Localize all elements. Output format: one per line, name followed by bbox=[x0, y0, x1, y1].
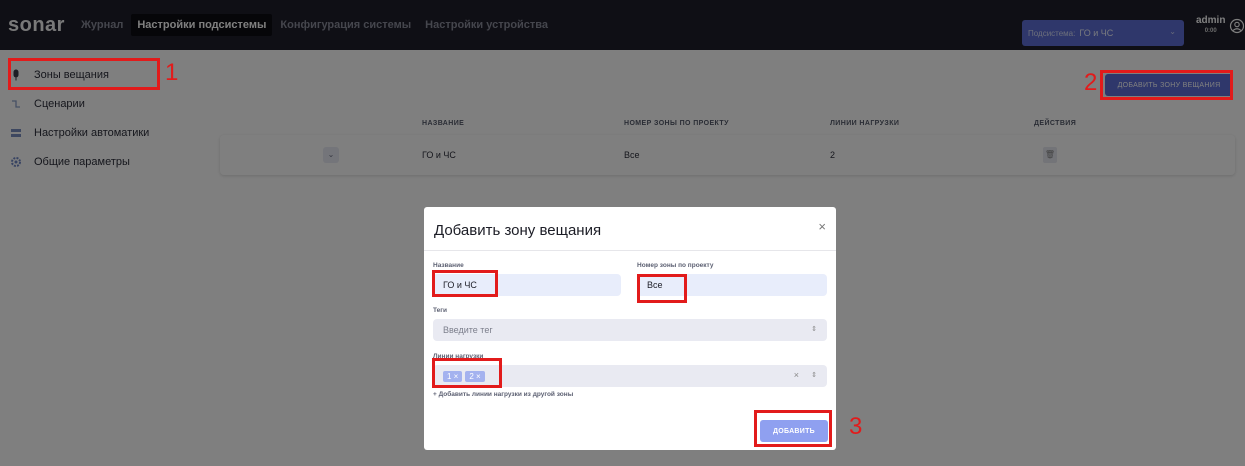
select-arrows-icon: ⇕ bbox=[811, 326, 817, 333]
annotation-box-line-chips bbox=[432, 358, 502, 388]
annotation-box-add-button bbox=[1100, 70, 1233, 100]
name-label: Название bbox=[433, 262, 464, 269]
tags-label: Теги bbox=[433, 307, 447, 314]
annotation-box-zones bbox=[8, 58, 160, 90]
select-arrows-icon: ⇕ bbox=[811, 372, 817, 379]
dialog-divider bbox=[424, 250, 836, 251]
annotation-label-3: 3 bbox=[849, 413, 863, 440]
clear-icon[interactable]: × bbox=[794, 370, 799, 380]
annotation-label-2: 2 bbox=[1084, 69, 1098, 96]
annotation-label-1: 1 bbox=[165, 59, 179, 86]
add-lines-from-other-zone-link[interactable]: + Добавить линии нагрузки из другой зоны bbox=[433, 391, 573, 398]
dialog-title: Добавить зону вещания bbox=[434, 222, 602, 239]
annotation-box-submit bbox=[754, 410, 832, 447]
tags-placeholder: Введите тег bbox=[443, 325, 493, 335]
annotation-box-zone-field bbox=[637, 274, 687, 303]
annotation-box-name-field bbox=[432, 270, 498, 297]
close-icon[interactable]: × bbox=[818, 219, 826, 234]
tags-input[interactable]: Введите тег ⇕ bbox=[433, 319, 827, 341]
zone-number-label: Номер зоны по проекту bbox=[637, 262, 714, 269]
